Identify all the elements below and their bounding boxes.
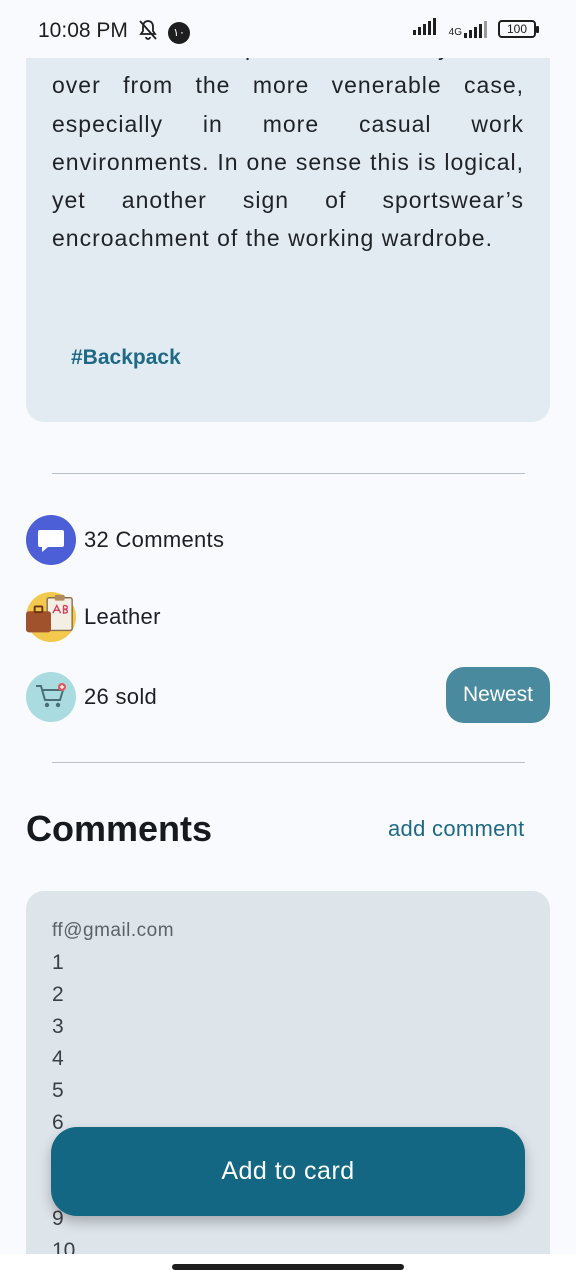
comment-line: 2 (52, 983, 64, 1006)
material-label: Leather (84, 604, 161, 629)
comment-author-email: ff@gmail.com (52, 920, 175, 941)
signal-4g-icon: 4G (449, 20, 490, 38)
notification-badge-icon: ١٠ (168, 21, 190, 44)
add-comment-link[interactable]: add comment (388, 816, 525, 842)
article-description: rucksack, or knapsack, has slowly taken … (52, 34, 524, 252)
shopping-cart-icon (26, 672, 76, 722)
sort-newest-button[interactable]: Newest (446, 667, 550, 723)
battery-icon: 100 (498, 19, 539, 38)
sold-row: 26 sold (26, 671, 157, 723)
status-time: 10:08 PM (38, 19, 128, 42)
mute-bell-icon (136, 18, 160, 47)
hashtag-tag[interactable]: #Backpack (71, 346, 181, 370)
add-to-card-button[interactable]: Add to card (51, 1127, 525, 1216)
briefcase-icon (26, 592, 76, 642)
comments-heading: Comments (26, 808, 213, 849)
comments-count: 32 Comments (84, 527, 225, 552)
comment-line: 4 (52, 1047, 64, 1070)
home-indicator[interactable] (172, 1264, 404, 1270)
comments-count-row[interactable]: 32 Comments (26, 514, 224, 566)
comment-bubble-icon (26, 515, 76, 565)
material-row: Leather (26, 591, 161, 643)
status-bar: 10:08 PM ١٠ 4G 100 (0, 0, 576, 58)
divider-top (52, 473, 525, 474)
divider-bottom (52, 762, 525, 763)
signal-icon (412, 17, 441, 40)
comment-line: 1 (52, 951, 64, 974)
sold-count: 26 sold (84, 684, 158, 709)
status-left-icons: ١٠ (136, 18, 190, 47)
comment-body: 1 2 3 4 5 6 7 8 9 10 (52, 947, 75, 1267)
comment-line: 5 (52, 1079, 64, 1102)
network-label: 4G (448, 26, 462, 38)
comment-line: 3 (52, 1015, 64, 1038)
status-right-icons: 4G 100 (412, 17, 539, 40)
article-card: rucksack, or knapsack, has slowly taken … (26, 0, 550, 422)
comment-card: ff@gmail.com 1 2 3 4 5 6 7 8 9 10 (26, 891, 550, 1280)
